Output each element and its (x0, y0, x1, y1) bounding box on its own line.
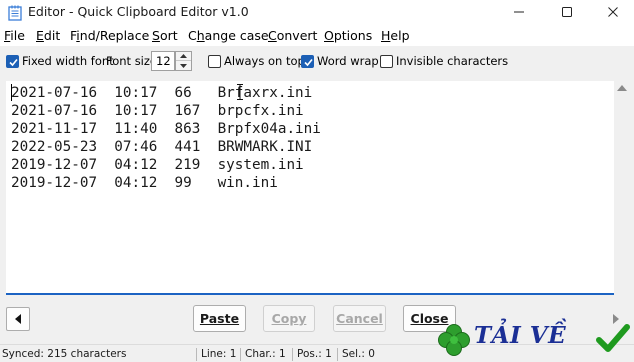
spin-up-button[interactable] (176, 52, 191, 61)
ibeam-cursor-icon (237, 84, 243, 100)
menu-help-accelerator: H (381, 28, 391, 43)
menu-edit-accelerator: E (36, 28, 44, 43)
always-on-top-label[interactable]: Always on top (224, 54, 305, 68)
editor-line[interactable]: 2022-05-23 07:46 441 BRWMARK.INI (11, 138, 312, 156)
status-divider (337, 348, 338, 361)
copy-button[interactable]: Copy (263, 305, 315, 332)
previous-button[interactable] (6, 307, 30, 331)
menu-find-replace[interactable]: Find/Replace (70, 28, 149, 43)
watermark-text: TẢI VỀ (474, 322, 567, 349)
menu-convert[interactable]: Convert (268, 28, 317, 43)
char-status: Char.: 1 (245, 348, 286, 360)
checkmark-icon (304, 58, 313, 67)
menu-options-accelerator: O (324, 28, 334, 43)
checkmark-icon (9, 58, 18, 67)
word-wrap-label[interactable]: Word wrap (317, 54, 379, 68)
taive-watermark-logo: TẢI VỀ (436, 318, 634, 362)
menu-file[interactable]: File (4, 28, 25, 43)
arrow-down-icon (180, 63, 187, 68)
menu-change-case[interactable]: Change case (188, 28, 269, 43)
fixed-width-font-checkbox[interactable] (6, 55, 19, 68)
text-editor[interactable]: 2021-07-16 10:17 66 Brfaxrx.ini 2021-07-… (6, 81, 614, 295)
menu-change-case-label-pre: C (188, 28, 197, 43)
checkmark-logo-icon (596, 324, 630, 352)
options-toolbar: Fixed width font Font size 12 Always on … (0, 46, 634, 78)
menu-help-label: elp (390, 28, 410, 43)
invisible-characters-checkbox[interactable] (380, 55, 393, 68)
menu-edit[interactable]: Edit (36, 28, 60, 43)
menu-sort-label: ort (159, 28, 178, 43)
menu-find-replace-label: nd/Replace (79, 28, 150, 43)
vertical-scrollbar[interactable] (614, 81, 634, 295)
menu-options[interactable]: Options (324, 28, 372, 43)
cancel-button[interactable]: Cancel (333, 305, 386, 332)
word-wrap-checkbox[interactable] (301, 55, 314, 68)
close-window-button[interactable] (590, 0, 634, 24)
menu-file-label: ile (10, 28, 25, 43)
font-size-label: Font size (106, 54, 157, 68)
status-divider (240, 348, 241, 361)
close-icon (608, 7, 618, 17)
selection-status: Sel.: 0 (342, 348, 375, 360)
editor-line[interactable]: 2019-12-07 04:12 99 win.ini (11, 174, 278, 192)
font-size-spinner[interactable] (175, 51, 192, 71)
fixed-width-font-label[interactable]: Fixed width font (22, 54, 114, 68)
editor-line[interactable]: 2019-12-07 04:12 219 system.ini (11, 156, 304, 174)
pos-status: Pos.: 1 (297, 348, 332, 360)
minimize-button[interactable] (496, 0, 542, 24)
font-size-input[interactable]: 12 (151, 51, 175, 71)
menu-change-case-label: ange case (204, 28, 269, 43)
window-title: Editor - Quick Clipboard Editor v1.0 (28, 4, 249, 19)
menu-bar: File Edit Find/Replace Sort Change case … (0, 26, 634, 46)
maximize-icon (562, 7, 572, 17)
editor-line[interactable]: 2021-07-16 10:17 167 brpcfx.ini (11, 102, 304, 120)
editor-line[interactable]: 2021-11-17 11:40 863 Brpfx04a.ini (11, 120, 321, 138)
minimize-icon (514, 11, 524, 13)
paste-button[interactable]: Paste (193, 305, 246, 332)
menu-convert-accelerator: C (268, 28, 277, 43)
menu-sort-accelerator: S (152, 28, 160, 43)
status-divider (196, 348, 197, 361)
synced-status: Synced: 215 characters (2, 348, 127, 360)
spin-down-button[interactable] (176, 61, 191, 70)
invisible-characters-label[interactable]: Invisible characters (396, 54, 508, 68)
scroll-up-arrow-icon[interactable] (617, 85, 627, 91)
maximize-button[interactable] (544, 0, 590, 24)
arrow-left-icon (15, 314, 21, 324)
menu-options-label: ptions (333, 28, 373, 43)
notepad-icon (8, 5, 22, 21)
menu-change-case-accelerator: h (196, 28, 205, 43)
editor-line[interactable]: 2021-07-16 10:17 66 Brfaxrx.ini (11, 84, 312, 102)
status-divider (292, 348, 293, 361)
arrow-up-icon (180, 54, 187, 58)
title-bar: Editor - Quick Clipboard Editor v1.0 (0, 0, 634, 26)
clover-icon (438, 324, 470, 356)
line-status: Line: 1 (201, 348, 237, 360)
always-on-top-checkbox[interactable] (208, 55, 221, 68)
menu-sort[interactable]: Sort (152, 28, 178, 43)
menu-help[interactable]: Help (381, 28, 410, 43)
menu-edit-label: dit (43, 28, 61, 43)
menu-convert-label: onvert (276, 28, 318, 43)
